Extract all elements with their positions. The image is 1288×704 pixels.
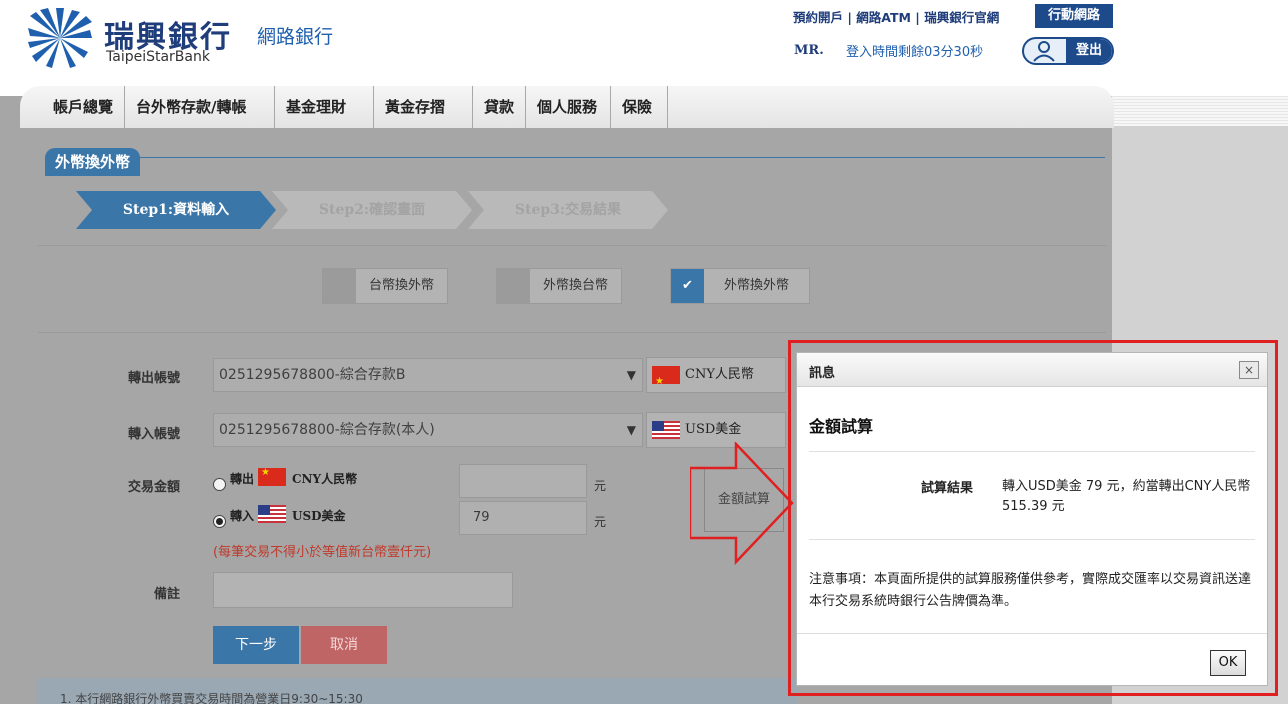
nav-item-personal[interactable]: 個人服務 — [526, 86, 611, 128]
nav-item-gold[interactable]: 黃金存摺 — [374, 86, 473, 128]
dialog-notice: 注意事項：本頁面所提供的試算服務僅供參考，實際成交匯率以交易資訊送達本行交易系統… — [809, 572, 1252, 609]
from-account-select[interactable]: 0251295678800-綜合存款B ▼ — [213, 358, 643, 392]
out-prefix: 轉出 — [230, 472, 255, 486]
cancel-button[interactable]: 取消 — [301, 626, 387, 664]
session-timer: 登入時間剩餘03分30秒 — [846, 45, 984, 60]
dialog-divider — [809, 539, 1255, 540]
nav-item-deposit-transfer[interactable]: 台外幣存款/轉帳 — [125, 86, 275, 128]
dialog-title: 訊息 — [809, 366, 836, 381]
header: 瑞興銀行 網路銀行 TaipeiStarBank 預約開戶 | 網路ATM | … — [0, 0, 1288, 96]
chevron-down-icon: ▼ — [626, 368, 636, 382]
main-nav: 帳戶總覽 台外幣存款/轉帳 基金理財 黃金存摺 貸款 個人服務 保險 — [20, 86, 1114, 128]
next-button[interactable]: 下一步 — [213, 626, 299, 664]
in-amount-input[interactable]: 79 — [459, 501, 587, 535]
nav-item-insurance[interactable]: 保險 — [611, 86, 668, 128]
dialog-titlebar: 訊息 × — [797, 353, 1267, 387]
result-text: 轉入USD美金 79 元，約當轉出CNY人民幣 515.39 元 — [1002, 479, 1251, 514]
step-2: Step2:確認畫面 — [272, 191, 472, 229]
option-label: 外幣換台幣 — [542, 278, 608, 293]
divider-mid — [38, 332, 1106, 333]
message-dialog: 訊息 × 金額試算 試算結果 轉入USD美金 79 元，約當轉出CNY人民幣 5… — [796, 352, 1268, 686]
out-currency: CNY人民幣 — [292, 472, 358, 486]
nav-item-funds[interactable]: 基金理財 — [275, 86, 374, 128]
user-icon — [1033, 41, 1055, 62]
chevron-down-icon: ▼ — [626, 423, 636, 437]
from-currency-label: CNY人民幣 — [685, 367, 754, 382]
from-currency-select[interactable]: CNY人民幣 — [646, 357, 786, 399]
logout-label: 登出 — [1066, 39, 1112, 63]
amount-limit-note: (每筆交易不得小於等值新台幣壹仟元) — [213, 545, 432, 560]
china-flag-icon — [258, 467, 286, 486]
user-title: MR. — [794, 43, 824, 58]
section-underline — [137, 157, 1105, 158]
to-account-select[interactable]: 0251295678800-綜合存款(本人) ▼ — [213, 413, 643, 447]
out-amount-input[interactable] — [459, 464, 587, 498]
us-flag-icon — [652, 421, 680, 439]
option-twd-to-fx[interactable]: 台幣換外幣 — [322, 268, 448, 304]
radio-out-amount[interactable] — [213, 478, 226, 491]
remark-label: 備註 — [153, 587, 180, 602]
brand-subtitle: 網路銀行 — [257, 26, 334, 48]
top-links[interactable]: 預約開戶 | 網路ATM | 瑞興銀行官網 — [793, 7, 999, 26]
close-icon[interactable]: × — [1239, 361, 1259, 379]
nav-extension-stripe — [1112, 96, 1288, 126]
dialog-heading: 金額試算 — [809, 417, 874, 436]
info-text: 1. 本行網路銀行外幣買賣交易時間為營業日9:30~15:30 — [60, 692, 363, 704]
ok-button[interactable]: OK — [1210, 650, 1246, 676]
check-icon: ✔ — [671, 269, 704, 303]
logout-button[interactable]: 登出 — [1022, 37, 1114, 65]
option-fx-to-twd[interactable]: 外幣換台幣 — [496, 268, 622, 304]
dialog-footer-divider — [797, 633, 1267, 634]
out-unit: 元 — [594, 479, 607, 493]
from-account-value: 0251295678800-綜合存款B — [219, 367, 406, 383]
to-currency-label: USD美金 — [685, 422, 742, 437]
in-currency: USD美金 — [292, 509, 346, 523]
option-label: 外幣換外幣 — [723, 278, 789, 293]
bank-logo-icon — [28, 8, 92, 68]
option-label: 台幣換外幣 — [368, 278, 434, 293]
remark-input[interactable] — [213, 572, 513, 608]
nav-item-account-overview[interactable]: 帳戶總覽 — [42, 86, 125, 128]
red-arrow-annotation — [690, 442, 794, 566]
option-fx-to-fx[interactable]: ✔ 外幣換外幣 — [670, 268, 810, 304]
option-checkbox — [323, 269, 356, 303]
from-account-label: 轉出帳號 — [127, 371, 180, 386]
china-flag-icon — [652, 365, 680, 399]
step-3: Step3:交易結果 — [468, 191, 668, 229]
amount-label: 交易金額 — [127, 480, 180, 495]
in-prefix: 轉入 — [230, 509, 255, 523]
option-checkbox — [497, 269, 530, 303]
nav-item-loan[interactable]: 貸款 — [473, 86, 526, 128]
dialog-divider — [809, 451, 1255, 452]
us-flag-icon — [258, 505, 286, 523]
section-title: 外幣換外幣 — [45, 148, 141, 176]
to-account-value: 0251295678800-綜合存款(本人) — [219, 422, 435, 438]
in-unit: 元 — [594, 515, 607, 529]
brand-english-name: TaipeiStarBank — [106, 49, 210, 65]
divider-top — [38, 245, 1106, 246]
result-label: 試算結果 — [921, 481, 974, 496]
radio-in-amount[interactable] — [213, 515, 226, 528]
to-account-label: 轉入帳號 — [127, 427, 180, 442]
step-1: Step1:資料輸入 — [76, 191, 276, 229]
mobile-banking-button[interactable]: 行動網路 — [1035, 4, 1113, 28]
